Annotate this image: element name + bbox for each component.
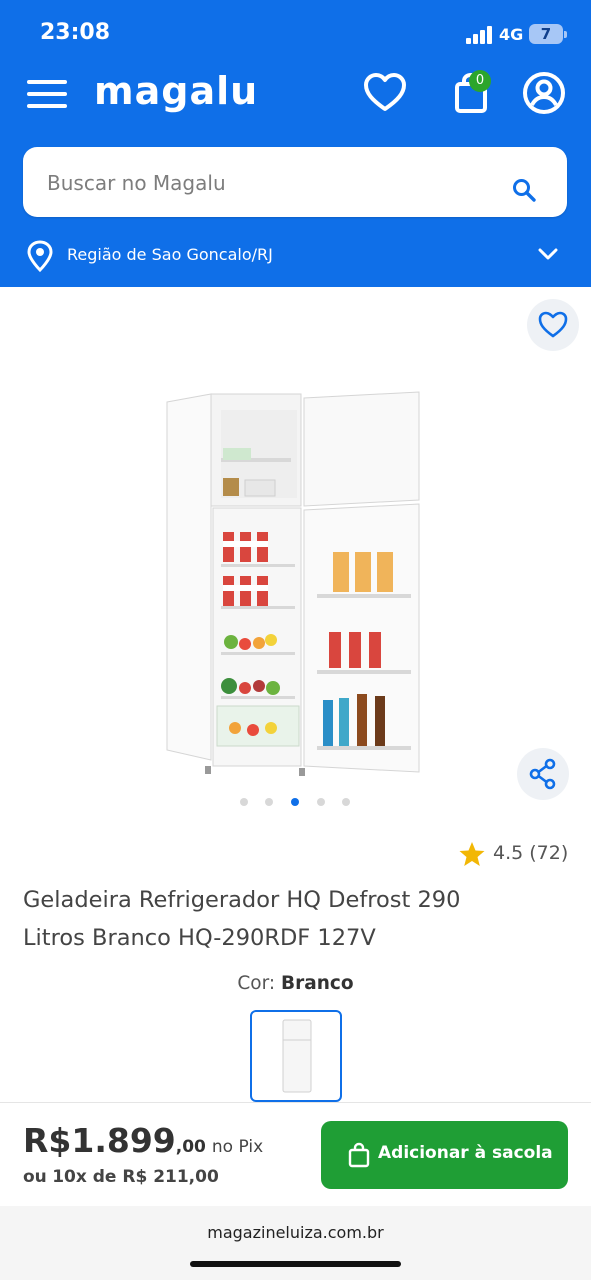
hamburger-menu-icon[interactable] bbox=[27, 78, 67, 110]
battery-icon: 7 bbox=[529, 24, 567, 44]
browser-url-bar[interactable]: magazineluiza.com.br bbox=[0, 1206, 591, 1280]
heart-icon bbox=[538, 311, 568, 338]
color-swatch-branco[interactable] bbox=[250, 1010, 342, 1102]
gallery-dot-4[interactable] bbox=[317, 798, 325, 806]
product-image[interactable] bbox=[163, 388, 429, 778]
home-indicator[interactable] bbox=[190, 1261, 401, 1267]
status-bar: 23:08 4G 7 bbox=[0, 0, 591, 70]
gallery-pagination[interactable] bbox=[240, 796, 355, 808]
gallery-dot-2[interactable] bbox=[265, 798, 273, 806]
region-label: Região de Sao Goncalo/RJ bbox=[67, 245, 273, 264]
swatch-fridge-thumbnail bbox=[282, 1019, 312, 1093]
price-main: R$1.899 bbox=[23, 1121, 176, 1160]
color-label: Cor: bbox=[237, 973, 276, 994]
product-title-line-2: Litros Branco HQ-290RDF 127V bbox=[23, 925, 376, 951]
search-icon[interactable] bbox=[511, 177, 537, 203]
installments-value: 10x de R$ 211,00 bbox=[52, 1167, 219, 1187]
price-payment-method: no Pix bbox=[211, 1137, 264, 1157]
color-selector-label: Cor: Branco bbox=[0, 973, 591, 994]
account-user-icon[interactable] bbox=[521, 70, 567, 116]
color-value: Branco bbox=[281, 973, 354, 994]
status-time: 23:08 bbox=[40, 20, 111, 45]
location-pin-icon bbox=[27, 240, 53, 273]
magalu-logo[interactable]: magalu bbox=[94, 69, 258, 113]
installments-prefix: ou bbox=[23, 1167, 47, 1187]
purchase-bar: R$1.899,00 no Pix ou 10x de R$ 211,00 Adi… bbox=[0, 1102, 591, 1207]
search-bar[interactable]: Buscar no Magalu bbox=[23, 147, 567, 217]
share-icon bbox=[529, 758, 556, 790]
rating-count: (72) bbox=[529, 842, 569, 864]
price: R$1.899,00 no Pix bbox=[23, 1121, 263, 1160]
region-selector[interactable]: Região de Sao Goncalo/RJ bbox=[25, 237, 565, 273]
add-to-bag-label: Adicionar à sacola bbox=[378, 1143, 553, 1163]
shopping-bag-icon bbox=[348, 1142, 370, 1168]
product-title: Geladeira Refrigerador HQ Defrost 290 Li… bbox=[23, 881, 568, 957]
favorites-heart-icon[interactable] bbox=[362, 70, 408, 116]
search-input[interactable]: Buscar no Magalu bbox=[47, 171, 226, 195]
product-title-line-1: Geladeira Refrigerador HQ Defrost 290 bbox=[23, 887, 461, 913]
signal-icon bbox=[466, 26, 494, 44]
price-cents: ,00 bbox=[175, 1137, 206, 1157]
star-icon bbox=[459, 842, 485, 866]
favorite-product-button[interactable] bbox=[527, 299, 579, 351]
browser-url[interactable]: magazineluiza.com.br bbox=[0, 1223, 591, 1242]
gallery-dot-5[interactable] bbox=[342, 798, 350, 806]
add-to-bag-button[interactable]: Adicionar à sacola bbox=[321, 1121, 568, 1189]
network-type: 4G bbox=[499, 25, 524, 44]
gallery-dot-1[interactable] bbox=[240, 798, 248, 806]
cart-count-badge: 0 bbox=[469, 70, 491, 92]
chevron-down-icon[interactable] bbox=[537, 245, 559, 263]
share-button[interactable] bbox=[517, 748, 569, 800]
gallery-dot-3[interactable] bbox=[291, 798, 299, 806]
installments: ou 10x de R$ 211,00 bbox=[23, 1167, 219, 1187]
rating-value: 4.5 bbox=[493, 842, 524, 864]
